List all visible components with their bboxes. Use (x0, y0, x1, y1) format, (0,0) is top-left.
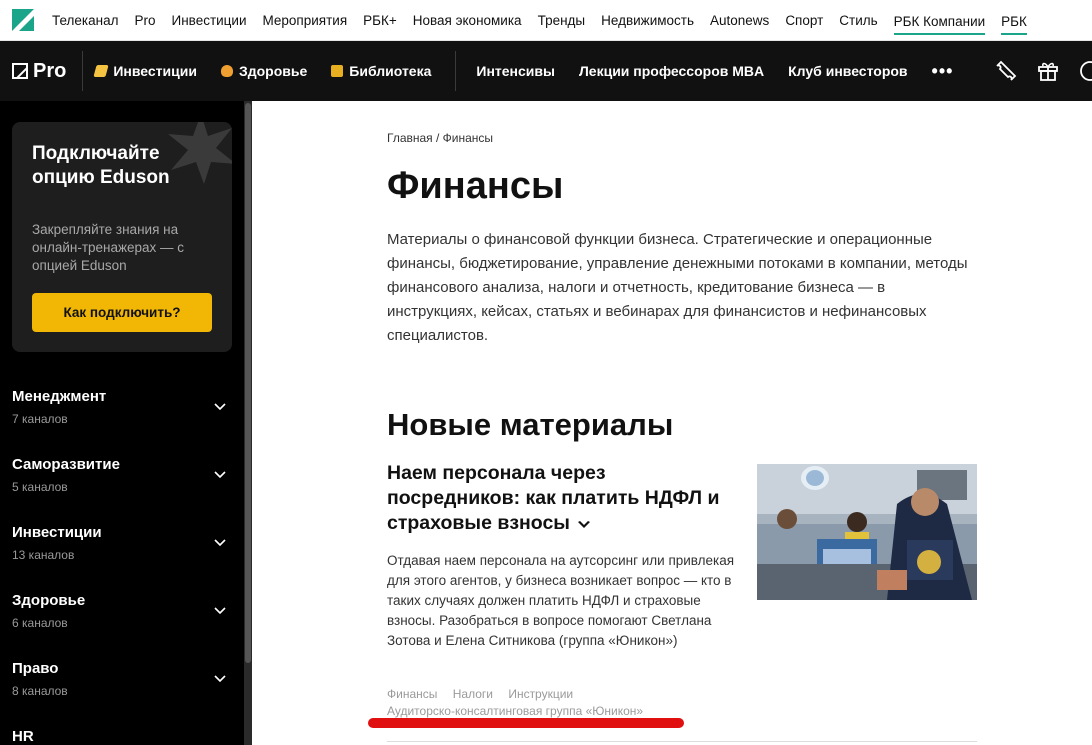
pro-nav-label: Лекции профессоров MBA (578, 63, 765, 79)
portal-link-rbc-more[interactable]: РБК (1001, 12, 1027, 35)
category-health[interactable]: Здоровье 6 каналов (0, 576, 244, 644)
article-image[interactable] (757, 464, 977, 600)
category-investments[interactable]: Инвестиции 13 каналов (0, 508, 244, 576)
category-management[interactable]: Менеджмент 7 каналов (0, 372, 244, 440)
tag-finance[interactable]: Финансы (387, 687, 437, 701)
ticket-icon[interactable] (994, 59, 1018, 83)
pro-logo[interactable]: Pro (12, 51, 84, 91)
article-summary: Отдавая наем персонала на аутсорсинг или… (387, 553, 735, 648)
promo-text: Закрепляйте знания на онлайн-тренажерах … (32, 222, 185, 273)
chevron-down-icon[interactable] (214, 468, 226, 480)
portal-link-tv[interactable]: Телеканал (52, 11, 119, 30)
category-title: Право (12, 660, 59, 677)
portal-links: Телеканал Pro Инвестиции Мероприятия РБК… (44, 6, 1035, 35)
category-title: Саморазвитие (12, 456, 120, 473)
portal-link-investments[interactable]: Инвестиции (172, 11, 247, 30)
chevron-down-icon[interactable] (214, 604, 226, 616)
portal-link-autonews[interactable]: Autonews (710, 11, 769, 30)
user-icon[interactable] (1078, 59, 1092, 83)
pro-nav-label: Клуб инвесторов (788, 63, 908, 79)
category-hr[interactable]: HR (0, 712, 244, 745)
chevron-down-icon[interactable] (214, 672, 226, 684)
category-count: 13 каналов (12, 548, 75, 562)
content-divider (387, 741, 977, 742)
portal-link-rbc-companies[interactable]: РБК Компании (893, 12, 986, 35)
promo-connect-button[interactable]: Как подключить? (32, 293, 212, 332)
pro-nav: Инвестиции Здоровье Библиотека Интенсивы… (93, 51, 954, 91)
health-emoji-icon (220, 65, 233, 77)
pro-nav-intensives[interactable]: Интенсивы (476, 63, 555, 79)
pro-nav-label: Интенсивы (476, 63, 555, 79)
pro-nav-investors-club[interactable]: Клуб инвесторов (788, 63, 907, 79)
tag-taxes[interactable]: Налоги (453, 687, 493, 701)
category-title: Здоровье (12, 592, 86, 609)
article-tags: Финансы Налоги Инструкции Аудиторско-кон… (387, 686, 787, 720)
category-count: 7 каналов (12, 412, 68, 426)
chevron-down-icon[interactable] (214, 400, 226, 412)
pro-logo-text: Pro (33, 59, 67, 82)
promo-title: Подключайте опцию Eduson (32, 143, 170, 188)
portal-link-trends[interactable]: Тренды (538, 11, 586, 30)
sidebar: Подключайте опцию Eduson Закрепляйте зна… (0, 101, 252, 745)
pro-nav-investments[interactable]: Инвестиции (93, 63, 197, 79)
sidebar-scroll-thumb[interactable] (245, 103, 251, 663)
more-menu-icon[interactable]: ••• (932, 61, 954, 82)
pro-nav-health[interactable]: Здоровье (220, 63, 308, 79)
page-description: Материалы о финансовой функции бизнеса. … (387, 231, 968, 344)
article-title[interactable]: Наем персонала через посредников: как пл… (387, 461, 742, 536)
article-title-text: Наем персонала через посредников: как пл… (387, 462, 720, 534)
pro-nav-mba-lectures[interactable]: Лекции профессоров MBA (579, 63, 764, 79)
main-content: Главная / Финансы Финансы Материалы о фи… (252, 101, 1092, 745)
investments-emoji-icon (93, 65, 109, 77)
pro-logo-mark-icon (12, 63, 28, 79)
portal-link-sport[interactable]: Спорт (785, 11, 823, 30)
category-self-development[interactable]: Саморазвитие 5 каналов (0, 440, 244, 508)
category-title: HR (12, 728, 34, 745)
category-title: Менеджмент (12, 388, 107, 405)
category-list: Менеджмент 7 каналов Саморазвитие 5 кана… (0, 372, 244, 745)
portal-link-rbc-plus[interactable]: РБК+ (363, 11, 397, 30)
category-count: 5 каналов (12, 480, 68, 494)
eduson-promo-card: Подключайте опцию Eduson Закрепляйте зна… (12, 122, 232, 352)
pro-nav-library[interactable]: Библиотека (331, 63, 431, 79)
portal-link-style[interactable]: Стиль (839, 11, 877, 30)
tag-instructions[interactable]: Инструкции (508, 687, 573, 701)
category-count: 6 каналов (12, 616, 68, 630)
nav-divider (455, 51, 457, 91)
portal-link-pro[interactable]: Pro (135, 11, 156, 30)
portal-link-events[interactable]: Мероприятия (263, 11, 348, 30)
portal-link-realty[interactable]: Недвижимость (601, 11, 694, 30)
library-emoji-icon (331, 65, 344, 77)
section-title: Новые материалы (387, 407, 674, 442)
chevron-down-icon (577, 520, 590, 528)
pro-nav-label: Инвестиции (113, 63, 197, 79)
portal-topbar: Телеканал Pro Инвестиции Мероприятия РБК… (0, 0, 1092, 41)
rbc-logo-icon[interactable] (12, 9, 34, 31)
red-highlight-underline (368, 718, 684, 728)
page-title: Финансы (387, 165, 564, 207)
pro-nav-label: Библиотека (349, 63, 432, 79)
pro-icons (976, 41, 1092, 101)
portal-link-new-economy[interactable]: Новая экономика (413, 11, 522, 30)
pro-navbar: Pro Инвестиции Здоровье Библиотека Интен… (0, 41, 1092, 101)
category-count: 8 каналов (12, 684, 68, 698)
breadcrumb[interactable]: Главная / Финансы (387, 131, 493, 145)
category-title: Инвестиции (12, 524, 102, 541)
chevron-down-icon[interactable] (214, 536, 226, 548)
gift-icon[interactable] (1036, 59, 1060, 83)
category-law[interactable]: Право 8 каналов (0, 644, 244, 712)
pro-nav-label: Здоровье (238, 63, 308, 79)
